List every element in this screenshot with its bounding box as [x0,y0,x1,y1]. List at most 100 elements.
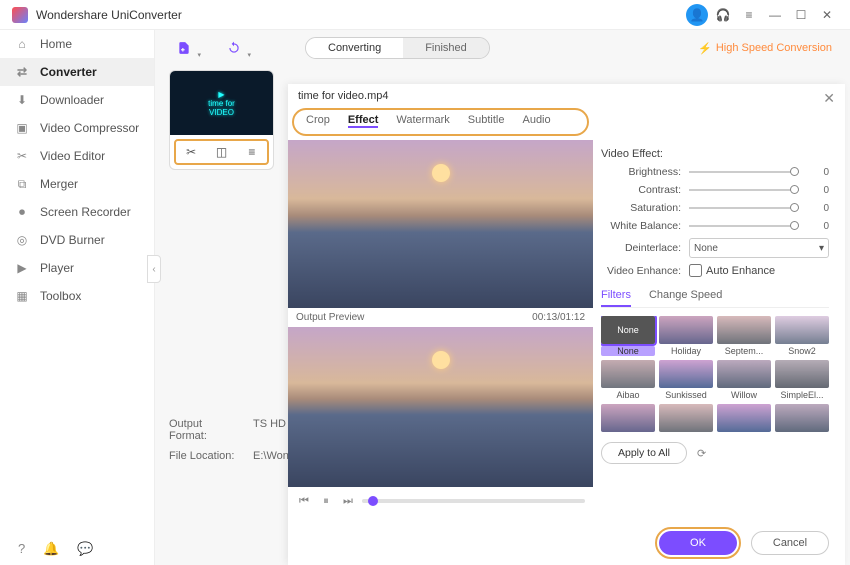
sidebar: ⌂Home ⇄ Converter ⬇Downloader ▣ Video Comp… [0,30,155,565]
file-location-label: File Location: [169,450,241,462]
high-speed-conversion[interactable]: ⚡ High Speed Conversion [698,42,832,55]
minimize-button[interactable]: — [764,4,786,26]
sidebar-item-label: Merger [40,177,78,191]
sidebar-item-converter[interactable]: ⇄ Converter [0,58,154,86]
filter-willow[interactable]: Willow [717,360,771,400]
filename-label: time for video.mp4 [288,84,593,108]
file-card[interactable]: ▶time forVIDEO ✂ ◫ ≡ [169,70,274,170]
sidebar-item-label: DVD Burner [40,233,105,247]
sidebar-item-label: Downloader [40,93,104,107]
sidebar-item-downloader[interactable]: ⬇Downloader [0,86,154,114]
grid-icon: ▦ [14,288,30,304]
bell-icon[interactable]: 🔔 [43,541,59,557]
compress-icon: ▣ [14,120,30,136]
sidebar-item-merger[interactable]: ⧉Merger [0,170,154,198]
sidebar-item-video-editor[interactable]: ✂Video Editor [0,142,154,170]
sidebar-item-video-compressor[interactable]: ▣ Video Compressor [0,114,154,142]
converter-icon: ⇄ [14,64,30,80]
white-balance-value: 0 [809,221,829,232]
record-icon: ⏺ [14,204,30,220]
filter-item[interactable] [717,404,771,434]
trim-icon[interactable]: ✂ [176,141,206,163]
sidebar-item-label: Video Compressor [40,121,139,135]
chat-icon[interactable]: 💬 [77,541,93,557]
deinterlace-dropdown[interactable]: None▾ [689,238,829,258]
home-icon: ⌂ [14,36,30,52]
cancel-button[interactable]: Cancel [751,531,829,555]
brightness-value: 0 [809,167,829,178]
white-balance-label: White Balance: [601,220,681,232]
segment-finished[interactable]: Finished [403,38,489,58]
filters-grid: NoneNone Holiday Septem... Snow2 Aibao S… [601,316,829,434]
chevron-down-icon: ▾ [819,243,824,254]
subtab-filters[interactable]: Filters [601,289,631,307]
close-icon[interactable]: ✕ [823,90,835,107]
file-plus-icon [177,41,191,55]
tab-subtitle[interactable]: Subtitle [468,114,505,128]
editor-tabs: Crop Effect Watermark Subtitle Audio [292,108,589,136]
brightness-slider[interactable] [689,171,799,173]
timecode: 00:13/01:12 [532,312,585,323]
tab-watermark[interactable]: Watermark [396,114,449,128]
seek-slider[interactable] [362,499,585,503]
filter-snow2[interactable]: Snow2 [775,316,829,356]
auto-enhance-checkbox[interactable] [689,264,702,277]
dvd-icon: ◎ [14,232,30,248]
preview-original [288,140,593,308]
sidebar-collapse-button[interactable]: ‹ [147,255,161,283]
filter-september[interactable]: Septem... [717,316,771,356]
pause-button[interactable]: ⏸ [318,493,334,509]
filter-aibao[interactable]: Aibao [601,360,655,400]
brightness-label: Brightness: [601,166,681,178]
filter-holiday[interactable]: Holiday [659,316,713,356]
ok-button[interactable]: OK [659,531,737,555]
sidebar-item-dvd-burner[interactable]: ◎ DVD Burner [0,226,154,254]
reset-icon[interactable]: ⟳ [697,447,706,460]
headset-icon[interactable]: 🎧 [712,4,734,26]
deinterlace-label: Deinterlace: [601,242,681,254]
sidebar-item-label: Converter [40,65,97,79]
apply-all-button[interactable]: Apply to All [601,442,687,464]
saturation-label: Saturation: [601,202,681,214]
video-enhance-label: Video Enhance: [601,265,681,277]
app-title: Wondershare UniConverter [36,8,182,22]
hsc-label: High Speed Conversion [716,42,832,54]
sidebar-item-player[interactable]: ▶Player [0,254,154,282]
segment-converting[interactable]: Converting [306,38,403,58]
tab-crop[interactable]: Crop [306,114,330,128]
add-file-button[interactable] [173,37,195,59]
sidebar-item-label: Toolbox [40,289,81,303]
filter-none[interactable]: NoneNone [601,316,655,356]
add-folder-button[interactable] [223,37,245,59]
subtab-change-speed[interactable]: Change Speed [649,289,722,307]
video-effect-heading: Video Effect: [601,148,829,160]
tab-effect[interactable]: Effect [348,114,379,128]
sidebar-item-screen-recorder[interactable]: ⏺Screen Recorder [0,198,154,226]
filter-item[interactable] [601,404,655,434]
more-icon[interactable]: ≡ [237,141,267,163]
sidebar-item-home[interactable]: ⌂Home [0,30,154,58]
crop-icon[interactable]: ◫ [206,141,236,163]
sidebar-item-toolbox[interactable]: ▦ Toolbox [0,282,154,310]
menu-icon[interactable]: ≡ [738,4,760,26]
filter-item[interactable] [659,404,713,434]
contrast-value: 0 [809,185,829,196]
avatar-icon[interactable]: 👤 [686,4,708,26]
filter-simpleel[interactable]: SimpleEl... [775,360,829,400]
effect-editor-modal: ✕ time for video.mp4 Crop Effect Waterma… [288,84,845,565]
next-button[interactable]: ⏭ [340,493,356,509]
contrast-label: Contrast: [601,184,681,196]
output-format-label: Output Format: [169,418,241,442]
filter-item[interactable] [775,404,829,434]
play-icon: ▶ [14,260,30,276]
close-button[interactable]: ✕ [816,4,838,26]
maximize-button[interactable]: ☐ [790,4,812,26]
contrast-slider[interactable] [689,189,799,191]
saturation-slider[interactable] [689,207,799,209]
file-thumbnail: ▶time forVIDEO [170,71,273,135]
tab-audio[interactable]: Audio [522,114,550,128]
white-balance-slider[interactable] [689,225,799,227]
filter-sunkissed[interactable]: Sunkissed [659,360,713,400]
prev-button[interactable]: ⏮ [296,493,312,509]
help-icon[interactable]: ? [18,541,25,557]
